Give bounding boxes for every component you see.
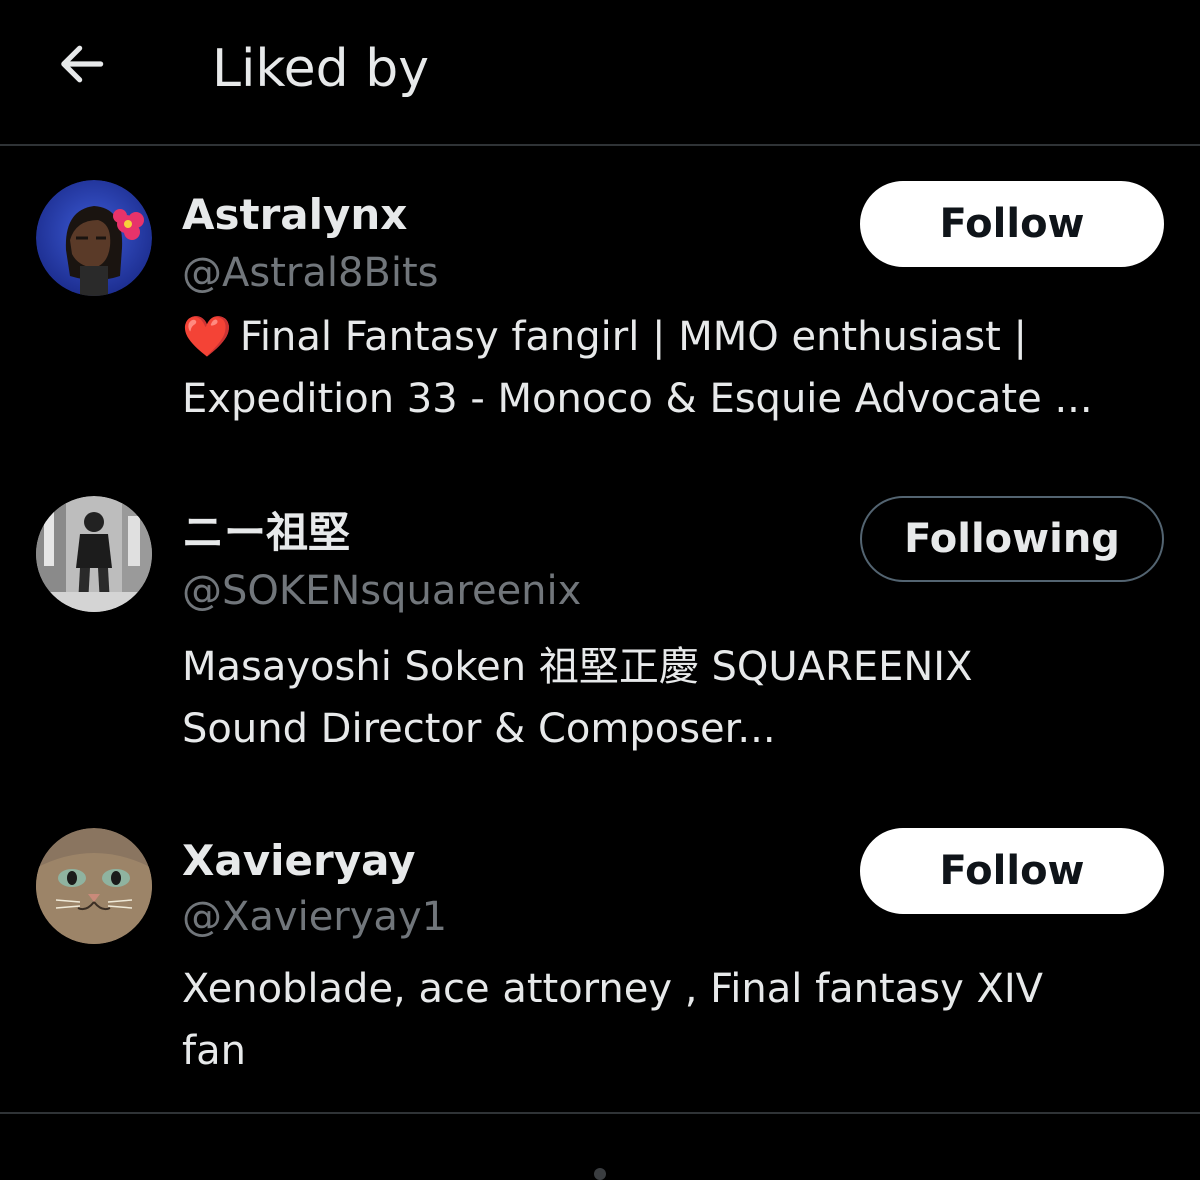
bio-line: ❤️ Final Fantasy fangirl | MMO enthusiast… (182, 306, 1172, 368)
avatar-image (36, 828, 152, 944)
user-name[interactable]: Xavieryay (182, 834, 416, 888)
user-bio: ❤️ Final Fantasy fangirl | MMO enthusiast… (182, 306, 1172, 430)
heart-emoji-icon: ❤️ (182, 314, 232, 360)
user-name[interactable]: Astralynx (182, 188, 407, 242)
follow-button[interactable]: Follow (860, 181, 1164, 267)
list-divider (0, 1112, 1200, 1114)
avatar[interactable] (36, 496, 152, 612)
page-title: Liked by (212, 39, 429, 99)
avatar[interactable] (36, 828, 152, 944)
user-name[interactable]: ニー祖堅 (182, 506, 350, 560)
bio-text: Final Fantasy fangirl | MMO enthusiast | (239, 314, 1027, 360)
following-button[interactable]: Following (860, 496, 1164, 582)
user-bio: Xenoblade, ace attorney , Final fantasy … (182, 958, 1172, 1082)
bio-line: Expedition 33 - Monoco & Esquie Advocate… (182, 376, 1093, 422)
bio-line: Masayoshi Soken 祖堅正慶 SQUAREENIX (182, 644, 973, 690)
avatar-image (36, 180, 152, 296)
bio-line: fan (182, 1028, 246, 1074)
arrow-left-icon (61, 45, 104, 83)
user-handle[interactable]: @SOKENsquareenix (182, 566, 581, 616)
avatar[interactable] (36, 180, 152, 296)
top-bar: Liked by (0, 0, 1200, 146)
back-button[interactable] (42, 24, 122, 104)
bio-line: Xenoblade, ace attorney , Final fantasy … (182, 966, 1044, 1012)
bio-line: Sound Director & Composer... (182, 706, 776, 752)
avatar-image (36, 496, 152, 612)
follow-button[interactable]: Follow (860, 828, 1164, 914)
scroll-indicator (594, 1168, 606, 1180)
user-handle[interactable]: @Astral8Bits (182, 248, 438, 298)
user-bio: Masayoshi Soken 祖堅正慶 SQUAREENIX Sound Di… (182, 636, 1172, 760)
user-handle[interactable]: @Xavieryay1 (182, 892, 447, 942)
